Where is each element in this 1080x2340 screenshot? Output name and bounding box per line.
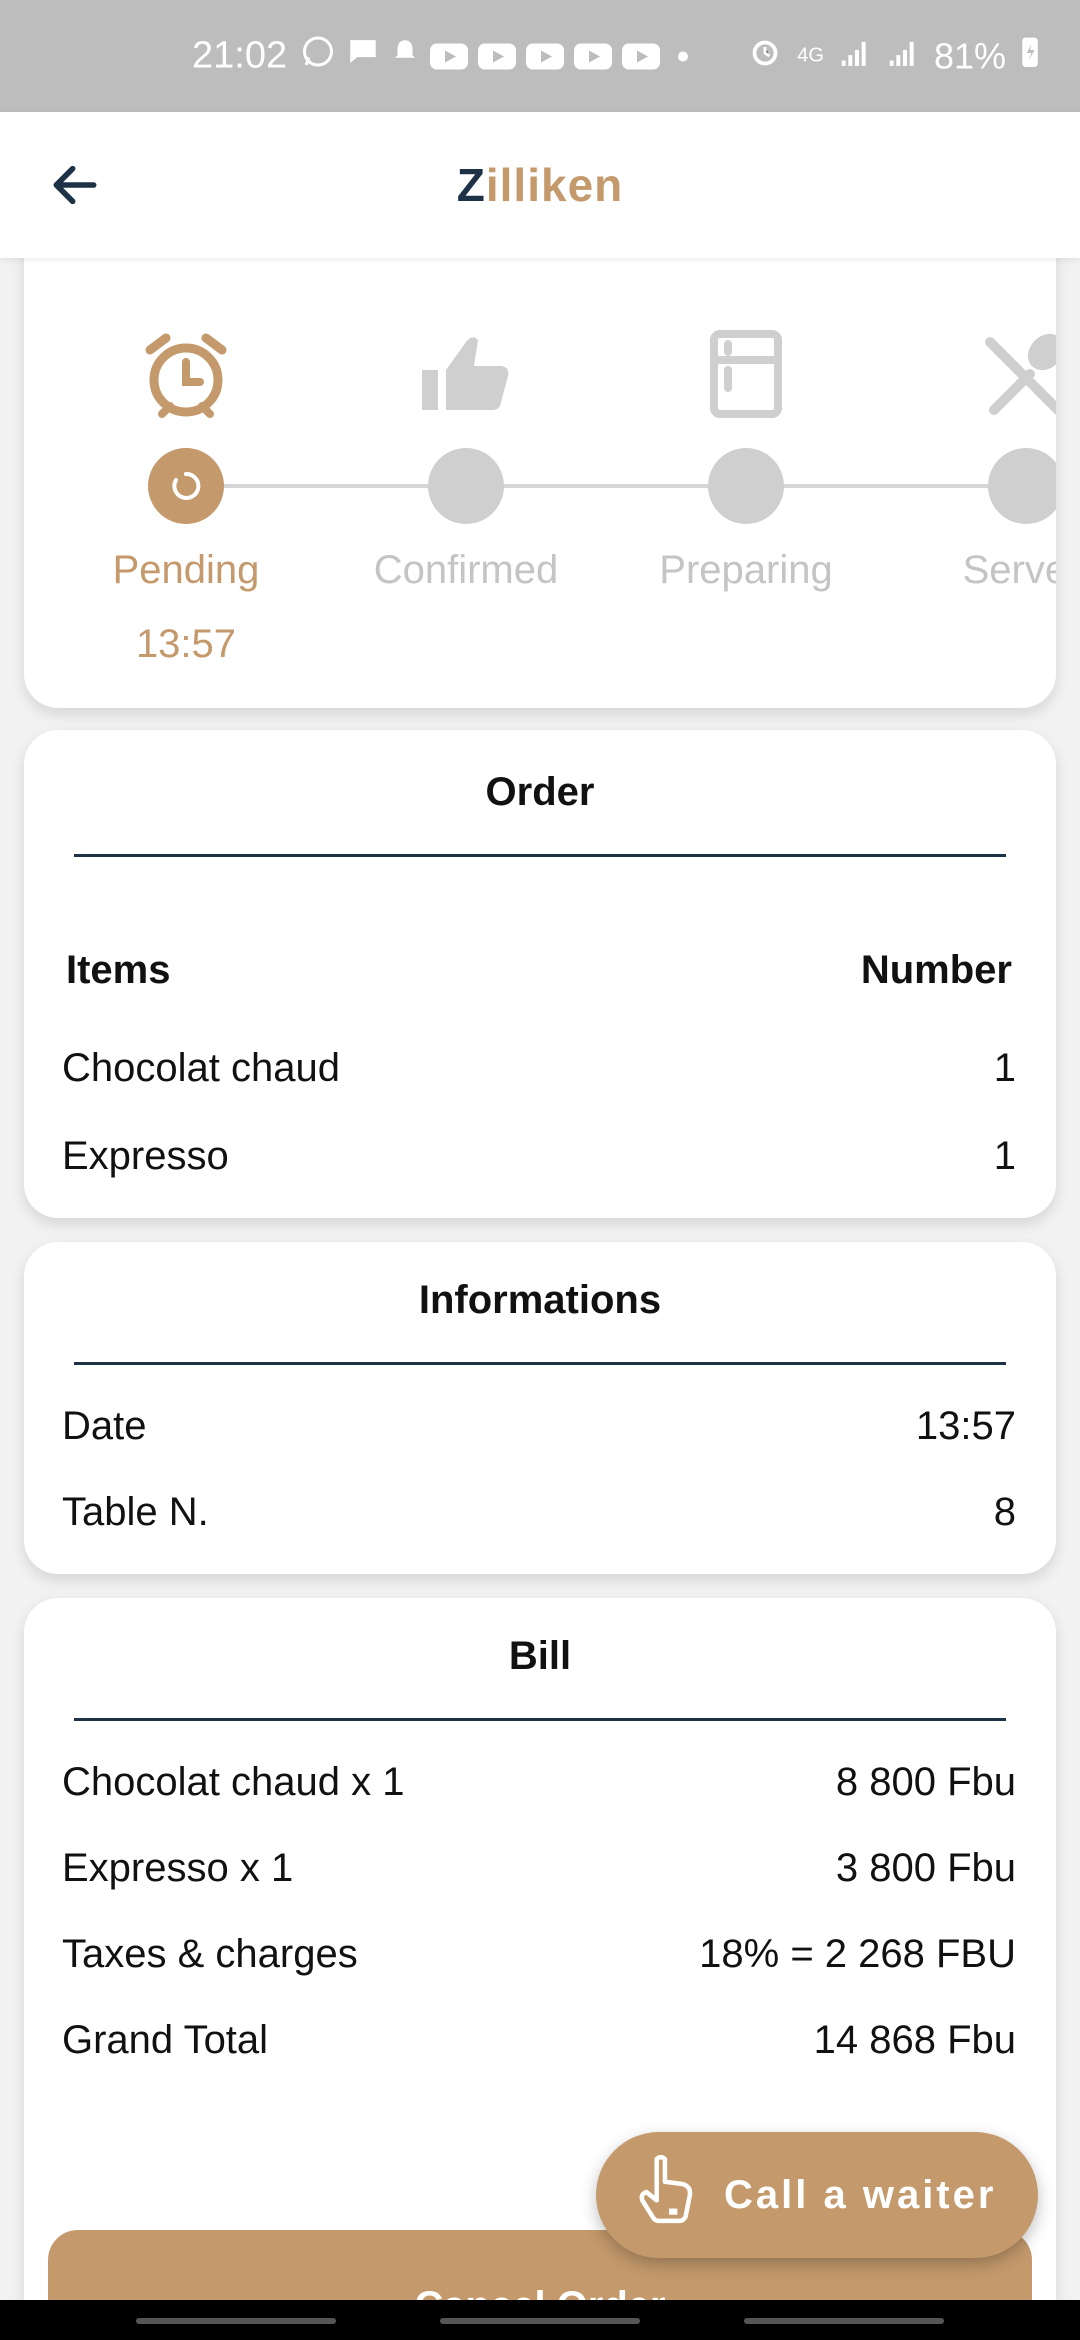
whatsapp-icon [300,34,336,79]
step-dot [988,448,1056,524]
bill-label: Expresso x 1 [62,1846,294,1890]
youtube-icon [526,43,564,69]
step-label: Served [962,548,1056,592]
alarm-icon [747,34,783,79]
order-row: Chocolat chaud 1 [62,1046,1016,1091]
info-label: Table N. [62,1490,209,1534]
step-label: Pending [112,548,260,592]
progress-connector [186,484,466,488]
app-bar: Zilliken [0,112,1080,258]
system-nav-bar [0,2300,1080,2340]
battery-level: 81% [933,35,1006,76]
nav-recent-button[interactable] [136,2318,336,2324]
hand-pointer-icon [636,2154,698,2235]
divider [74,1718,1006,1721]
step-label: Confirmed [373,548,559,592]
more-dot-icon [678,51,688,61]
youtube-icon [430,43,468,69]
call-waiter-button[interactable]: Call a waiter [596,2132,1038,2258]
loading-spinner-icon [172,471,201,500]
nav-home-button[interactable] [440,2318,640,2324]
info-row-date: Date 13:57 [62,1404,1016,1449]
arrow-left-icon [53,165,97,205]
bill-value: 18% = 2 268 FBU [699,1932,1016,1976]
info-row-table: Table N. 8 [62,1490,1016,1535]
call-waiter-label: Call a waiter [724,2172,997,2217]
step-label: Preparing [659,548,833,592]
bill-row-grand-total: Grand Total 14 868 Fbu [62,2018,1016,2063]
bell-icon [390,35,420,78]
notification-icons [300,34,688,79]
step-dot [708,448,784,524]
bill-label: Chocolat chaud x 1 [62,1760,405,1804]
bill-value: 14 868 Fbu [813,2018,1016,2062]
status-time: 21:02 [192,34,288,77]
progress-connector [466,484,746,488]
signal-icon [838,35,872,77]
brand-logo: Zilliken [456,159,624,211]
alarm-clock-icon [138,326,234,422]
order-row: Expresso 1 [62,1134,1016,1179]
status-bar: 21:02 4G 81% [0,0,1080,112]
order-card: Order Items Number Chocolat chaud 1 Expr… [24,730,1056,1218]
informations-title: Informations [418,1278,662,1322]
youtube-icon [574,43,612,69]
step-dot [148,448,224,524]
message-icon [346,35,380,78]
bill-title: Bill [508,1634,572,1678]
oven-icon [698,326,794,422]
info-value: 8 [993,1490,1016,1534]
step-time: 13:57 [135,622,237,666]
progress-connector [746,484,1026,488]
number-header: Number [860,948,1012,992]
fork-spoon-icon [978,326,1056,422]
order-status-tracker: Pending 13:57 Confirmed Preparing Served [24,230,1056,708]
bill-row: Taxes & charges 18% = 2 268 FBU [62,1932,1016,1977]
youtube-icon [478,43,516,69]
order-item-number: 1 [993,1046,1016,1090]
info-label: Date [62,1404,147,1448]
divider [74,854,1006,857]
order-item-name: Chocolat chaud [62,1046,340,1090]
nav-back-button[interactable] [744,2318,944,2324]
bill-label: Grand Total [62,2018,269,2062]
bill-row: Expresso x 1 3 800 Fbu [62,1846,1016,1891]
battery-icon [1020,35,1040,78]
bill-label: Taxes & charges [62,1932,358,1976]
back-button[interactable] [40,150,110,220]
divider [74,1362,1006,1365]
order-item-name: Expresso [62,1134,229,1178]
step-dot [428,448,504,524]
order-table-header: Items Number [66,948,1012,993]
order-title: Order [485,770,595,814]
network-type: 4G [797,44,824,67]
order-item-number: 1 [993,1134,1016,1178]
bill-row: Chocolat chaud x 1 8 800 Fbu [62,1760,1016,1805]
items-header: Items [66,948,171,992]
bill-value: 3 800 Fbu [835,1846,1016,1890]
signal-icon [886,35,920,77]
youtube-icon [622,43,660,69]
thumbs-up-icon [418,326,514,422]
status-right: 4G 81% [747,34,1040,79]
info-value: 13:57 [915,1404,1016,1448]
informations-card: Informations Date 13:57 Table N. 8 [24,1242,1056,1574]
bill-value: 8 800 Fbu [835,1760,1016,1804]
